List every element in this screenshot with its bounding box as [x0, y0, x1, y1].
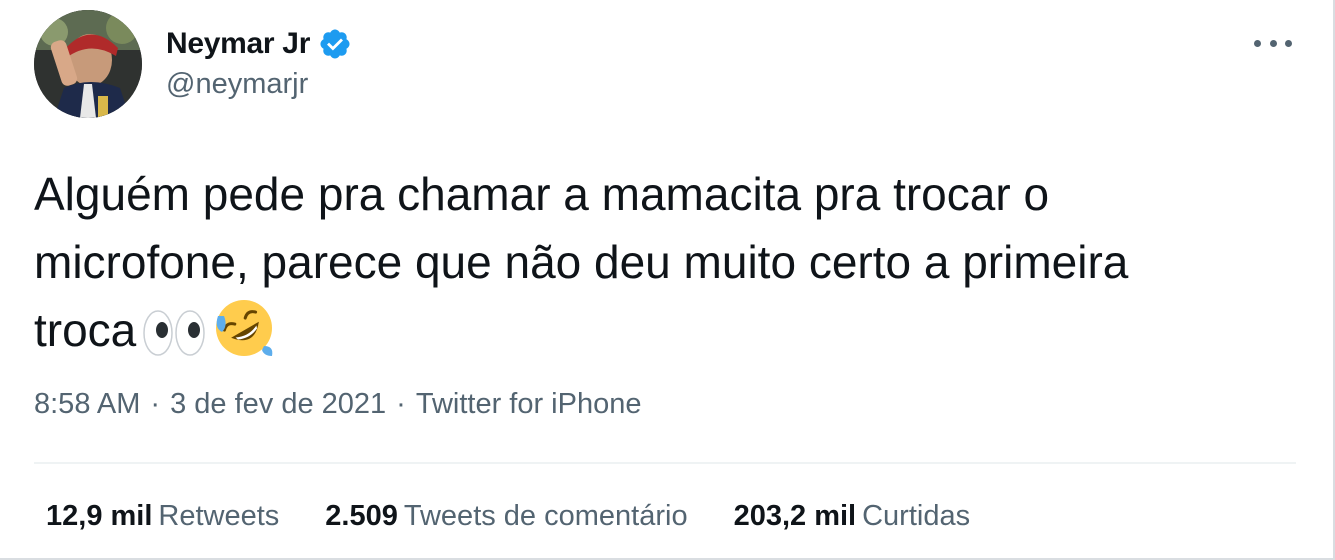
- tweet-text-fragment: troca: [34, 304, 137, 356]
- meta-separator: ·: [396, 388, 406, 420]
- name-row: Neymar Jr: [166, 24, 352, 64]
- rolling-laughing-emoji-icon: [214, 298, 274, 376]
- likes-stat[interactable]: 203,2 mil Curtidas: [734, 500, 971, 533]
- tweet-time[interactable]: 8:58 AM: [34, 388, 140, 420]
- user-handle[interactable]: @neymarjr: [166, 68, 308, 101]
- retweets-label: Retweets: [158, 500, 280, 532]
- eyes-emoji-icon: [142, 308, 208, 376]
- quote-tweets-label: Tweets de comentário: [403, 500, 688, 532]
- tweet-metadata: 8:58 AM · 3 de fev de 2021 · Twitter for iPh…: [34, 388, 641, 421]
- retweets-count: 12,9 mil: [46, 500, 153, 532]
- meta-separator: ·: [150, 388, 161, 420]
- likes-label: Curtidas: [862, 500, 971, 532]
- divider: [34, 462, 1296, 464]
- tweet-text-line: Alguém pede pra chamar a mamacita pra tr…: [34, 168, 1050, 220]
- more-dot: [1269, 39, 1277, 47]
- more-options-icon[interactable]: [1250, 28, 1296, 58]
- retweets-stat[interactable]: 12,9 mil Retweets: [46, 500, 279, 533]
- tweet-text-line: microfone, parece que não deu muito cert…: [34, 236, 1129, 288]
- tweet-source[interactable]: Twitter for iPhone: [416, 388, 642, 420]
- tweet-text-line-last: troca: [34, 296, 1274, 376]
- verified-badge-icon: [320, 29, 350, 59]
- avatar[interactable]: [34, 10, 142, 118]
- more-dot: [1254, 39, 1261, 47]
- tweet-card: Neymar Jr @neymarjr Alguém pede pra cham…: [0, 0, 1335, 560]
- engagement-stats: 12,9 mil Retweets 2.509 Tweets de comentár…: [46, 500, 1016, 533]
- quote-tweets-count: 2.509: [325, 500, 398, 532]
- likes-count: 203,2 mil: [733, 500, 857, 532]
- tweet-date[interactable]: 3 de fev de 2021: [170, 388, 386, 420]
- display-name[interactable]: Neymar Jr: [166, 27, 310, 61]
- more-dot: [1285, 39, 1292, 47]
- tweet-text: Alguém pede pra chamar a mamacita pra tr…: [34, 160, 1274, 376]
- quote-tweets-stat[interactable]: 2.509 Tweets de comentário: [325, 500, 687, 533]
